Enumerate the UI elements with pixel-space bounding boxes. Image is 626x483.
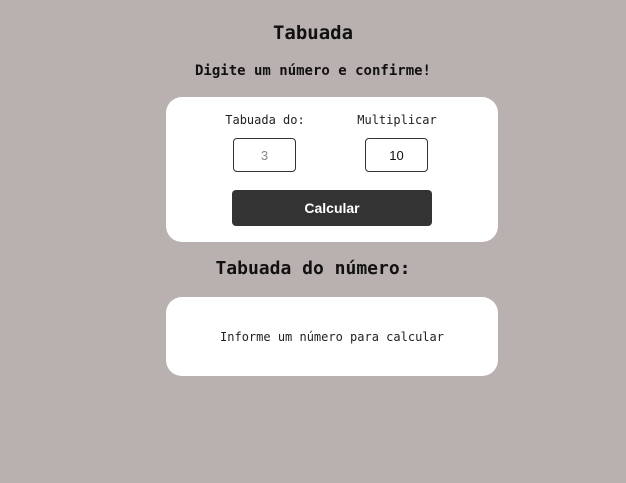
result-message: Informe um número para calcular [220, 329, 444, 344]
table-number-input[interactable] [233, 138, 296, 172]
page-title: Tabuada [272, 22, 354, 44]
result-heading: Tabuada do número: [215, 258, 411, 279]
table-number-label: Tabuada do: [225, 113, 305, 127]
multiply-label: Multiplicar [357, 113, 437, 127]
page: Tabuada Digite um número e confirme! Tab… [0, 0, 626, 483]
result-card: Informe um número para calcular [166, 297, 498, 376]
multiply-input[interactable] [365, 138, 428, 172]
calculate-button[interactable]: Calcular [232, 190, 432, 226]
calculator-card: Tabuada do: Multiplicar Calcular [166, 97, 498, 242]
page-subtitle: Digite um número e confirme! [194, 63, 431, 79]
